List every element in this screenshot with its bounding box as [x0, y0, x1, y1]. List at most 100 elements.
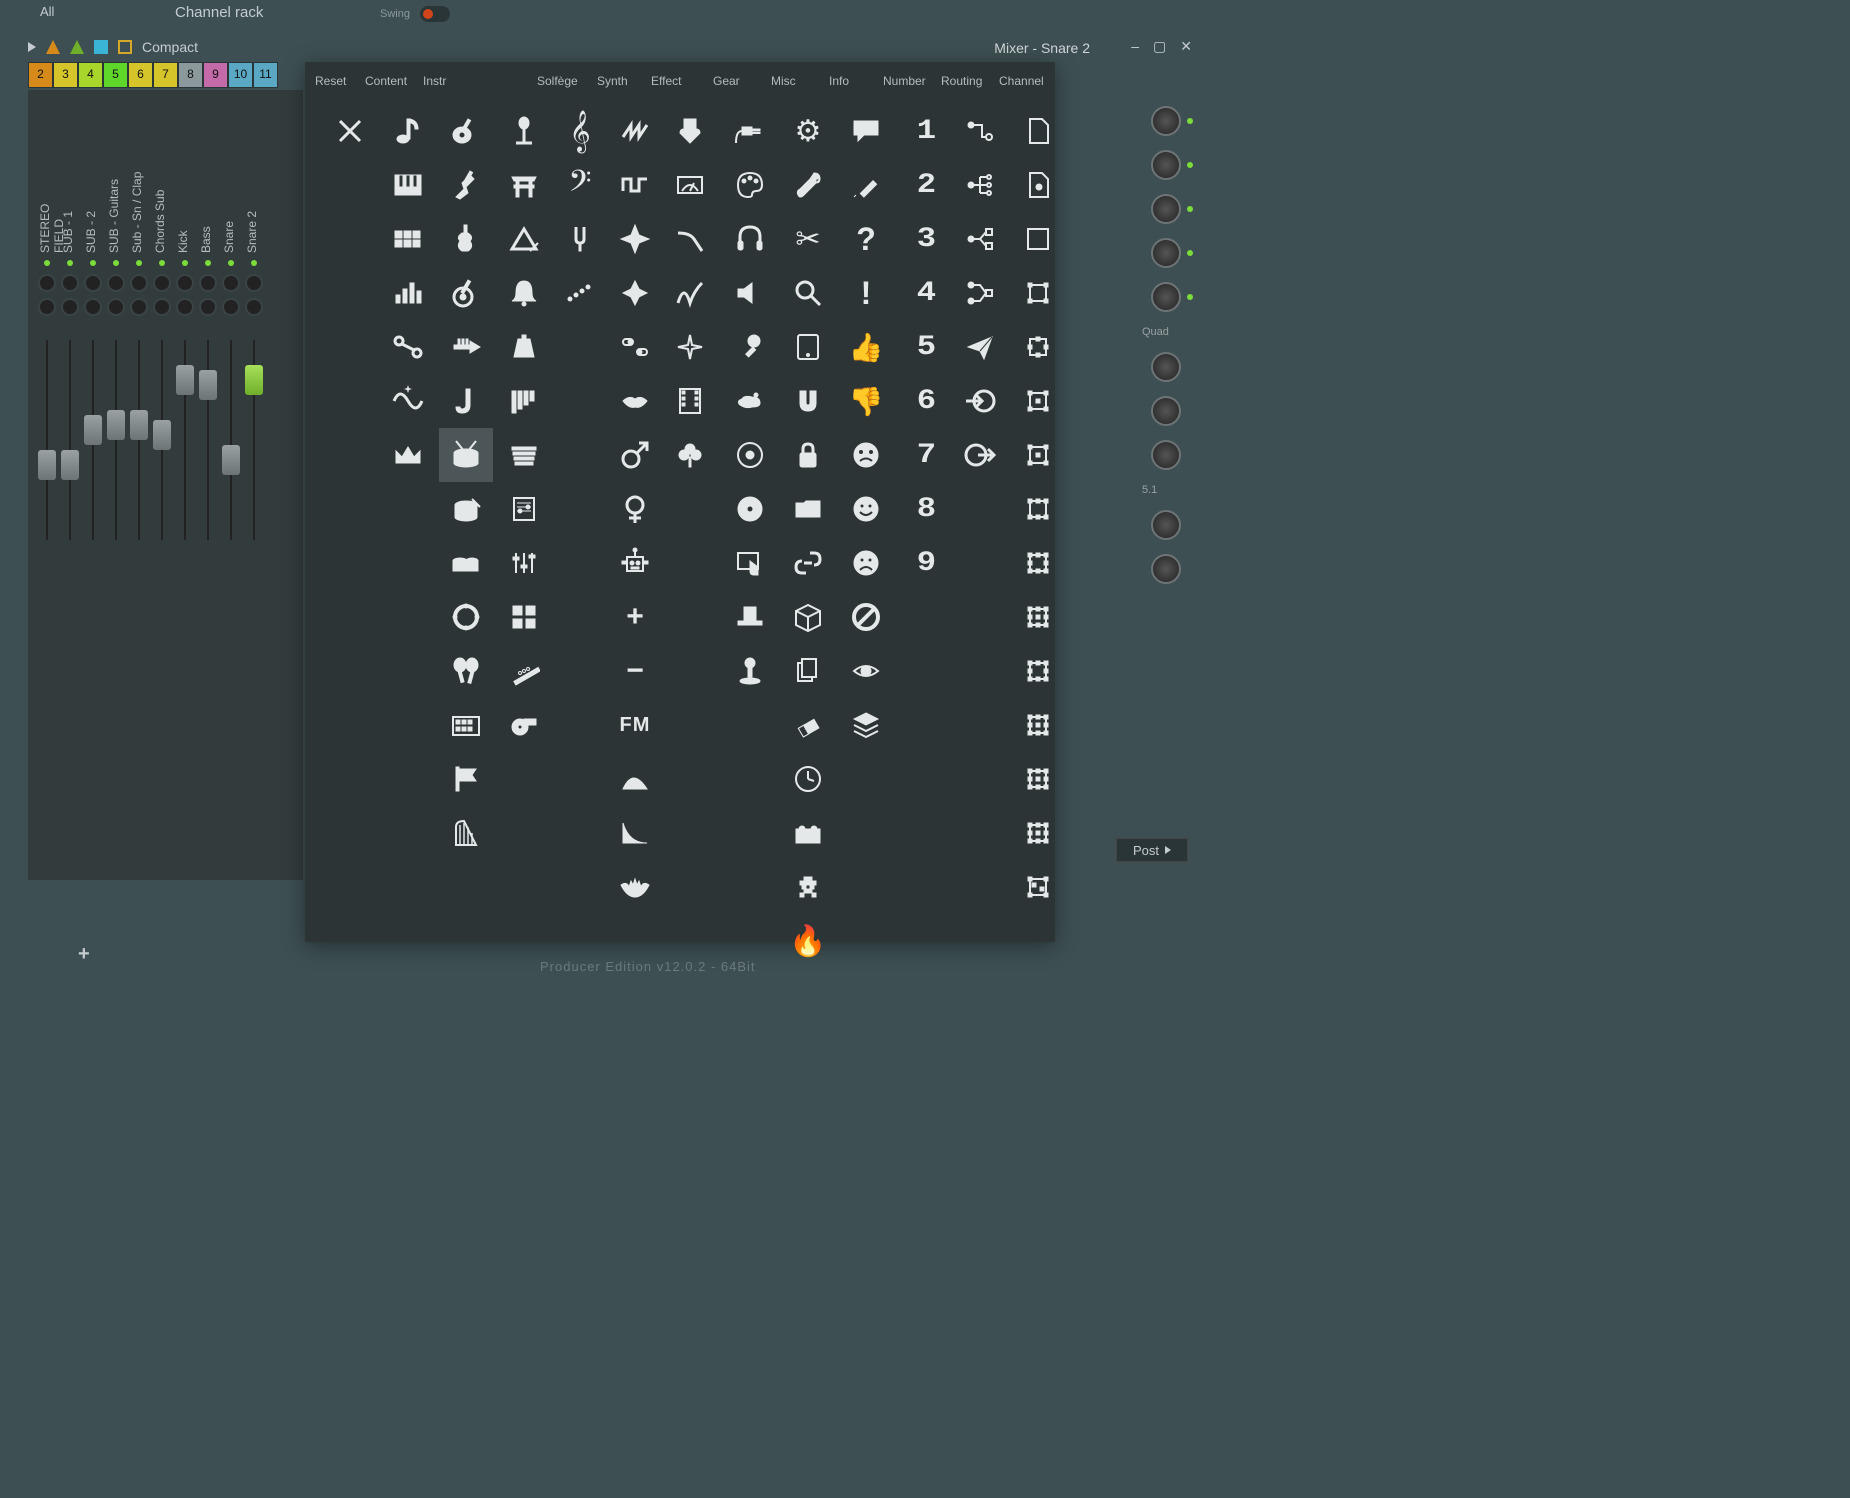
genie-lamp-icon[interactable]	[723, 374, 777, 428]
minimize-button[interactable]: –	[1131, 38, 1139, 55]
clock-icon[interactable]	[781, 752, 835, 806]
padlock-icon[interactable]	[781, 428, 835, 482]
pan-knob[interactable]	[107, 274, 125, 292]
fx-slot-knob[interactable]	[1151, 150, 1181, 180]
lego-brick-icon[interactable]	[781, 806, 835, 860]
banjo-icon[interactable]	[439, 266, 493, 320]
volume-fader[interactable]	[130, 340, 148, 540]
close-button[interactable]: ✕	[1180, 38, 1192, 55]
page-dot-icon[interactable]	[1011, 158, 1065, 212]
aux-knob[interactable]	[222, 298, 240, 316]
track-label[interactable]: Bass	[199, 170, 217, 255]
drum-machine-icon[interactable]	[439, 698, 493, 752]
tuning-fork-icon[interactable]	[553, 212, 607, 266]
fx-slot-knob[interactable]	[1151, 352, 1181, 382]
film-strip-icon[interactable]	[663, 374, 717, 428]
envelope-attack-icon[interactable]	[608, 752, 662, 806]
aux-knob[interactable]	[84, 298, 102, 316]
xylophone-icon[interactable]	[497, 428, 551, 482]
fm-label-icon[interactable]: FM	[608, 698, 662, 752]
aux-knob[interactable]	[153, 298, 171, 316]
curve-filter-icon[interactable]	[663, 212, 717, 266]
switches-icon[interactable]	[608, 320, 662, 374]
square-empty-icon[interactable]	[1011, 212, 1065, 266]
icon-category-content[interactable]: Content	[365, 74, 407, 88]
headphones-icon[interactable]	[723, 212, 777, 266]
trumpet-icon[interactable]	[439, 320, 493, 374]
toolbar-icon-4[interactable]	[118, 40, 132, 54]
fx-slot-knob[interactable]	[1151, 554, 1181, 584]
icon-category-synth[interactable]: Synth	[597, 74, 628, 88]
d2-icon[interactable]: 2	[899, 158, 953, 212]
swing-knob[interactable]	[420, 6, 450, 22]
icon-category-solfège[interactable]: Solfège	[537, 74, 578, 88]
disc-icon[interactable]	[723, 482, 777, 536]
fx-slot-knob[interactable]	[1151, 106, 1181, 136]
icon-category-routing[interactable]: Routing	[941, 74, 982, 88]
sheet-music-icon[interactable]	[497, 482, 551, 536]
track-label[interactable]: SUB - Guitars	[107, 170, 125, 255]
plus-icon[interactable]: +	[608, 590, 662, 644]
compact-label[interactable]: Compact	[142, 39, 198, 55]
paper-plane-icon[interactable]	[953, 320, 1007, 374]
fx-slot-knob[interactable]	[1151, 396, 1181, 426]
eye-show-icon[interactable]	[839, 644, 893, 698]
tom-drum-icon[interactable]	[439, 482, 493, 536]
tambourine-icon[interactable]	[439, 590, 493, 644]
d6-icon[interactable]: 6	[899, 374, 953, 428]
vu-meter-icon[interactable]	[663, 158, 717, 212]
track-label[interactable]: SUB - 2	[84, 170, 102, 255]
aux-knob[interactable]	[199, 298, 217, 316]
pattern-9[interactable]: 9	[203, 62, 228, 88]
tablet-icon[interactable]	[781, 320, 835, 374]
cross-icon[interactable]	[323, 104, 377, 158]
pattern-6[interactable]: 6	[128, 62, 153, 88]
pan-flute-icon[interactable]	[497, 374, 551, 428]
flower-icon[interactable]	[663, 428, 717, 482]
track-label[interactable]: Sub - Sn / Clap	[130, 170, 148, 255]
sawtooth-icon[interactable]	[608, 104, 662, 158]
eraser-icon[interactable]	[781, 698, 835, 752]
link-chain-icon[interactable]	[781, 536, 835, 590]
fx-slot-knob[interactable]	[1151, 238, 1181, 268]
icon-category-reset[interactable]: Reset	[315, 74, 346, 88]
aux-knob[interactable]	[61, 298, 79, 316]
fx-slot-knob[interactable]	[1151, 194, 1181, 224]
icon-category-gear[interactable]: Gear	[713, 74, 740, 88]
pixel-sprite-icon[interactable]	[781, 860, 835, 914]
triangle-percussion-icon[interactable]	[497, 212, 551, 266]
square-handles-8-icon[interactable]	[1011, 536, 1065, 590]
cowbell-icon[interactable]	[497, 320, 551, 374]
aux-knob[interactable]	[38, 298, 56, 316]
snare-drum-icon[interactable]	[439, 428, 493, 482]
d4-icon[interactable]: 4	[899, 266, 953, 320]
drum-pads-icon[interactable]	[381, 212, 435, 266]
package-icon[interactable]	[781, 590, 835, 644]
exclaim-icon[interactable]: !	[839, 266, 893, 320]
volume-fader[interactable]	[222, 340, 240, 540]
maracas-icon[interactable]	[439, 644, 493, 698]
speech-bubble-icon[interactable]	[839, 104, 893, 158]
pan-knob[interactable]	[84, 274, 102, 292]
arrow-in-icon[interactable]	[953, 374, 1007, 428]
square-handles-full-icon[interactable]	[1011, 752, 1065, 806]
thumb-up-icon[interactable]: 👍	[839, 320, 893, 374]
square-handles-5b-icon[interactable]	[1011, 482, 1065, 536]
d3-icon[interactable]: 3	[899, 212, 953, 266]
square-handles-8b-icon[interactable]	[1011, 590, 1065, 644]
sparkle-wave-icon[interactable]	[381, 374, 435, 428]
icon-category-number[interactable]: Number	[883, 74, 926, 88]
square-handles-dense-icon[interactable]	[1011, 644, 1065, 698]
grid-pads-icon[interactable]	[497, 590, 551, 644]
note-icon[interactable]	[381, 104, 435, 158]
flag-icon[interactable]	[439, 752, 493, 806]
pan-knob[interactable]	[38, 274, 56, 292]
icon-category-misc[interactable]: Misc	[771, 74, 796, 88]
arrow-out-icon[interactable]	[953, 428, 1007, 482]
d9-icon[interactable]: 9	[899, 536, 953, 590]
pattern-2[interactable]: 2	[28, 62, 53, 88]
copy-docs-icon[interactable]	[781, 644, 835, 698]
track-label[interactable]: SUB - 1	[61, 170, 79, 255]
icon-category-channel[interactable]: Channel	[999, 74, 1044, 88]
bongos-icon[interactable]	[439, 536, 493, 590]
